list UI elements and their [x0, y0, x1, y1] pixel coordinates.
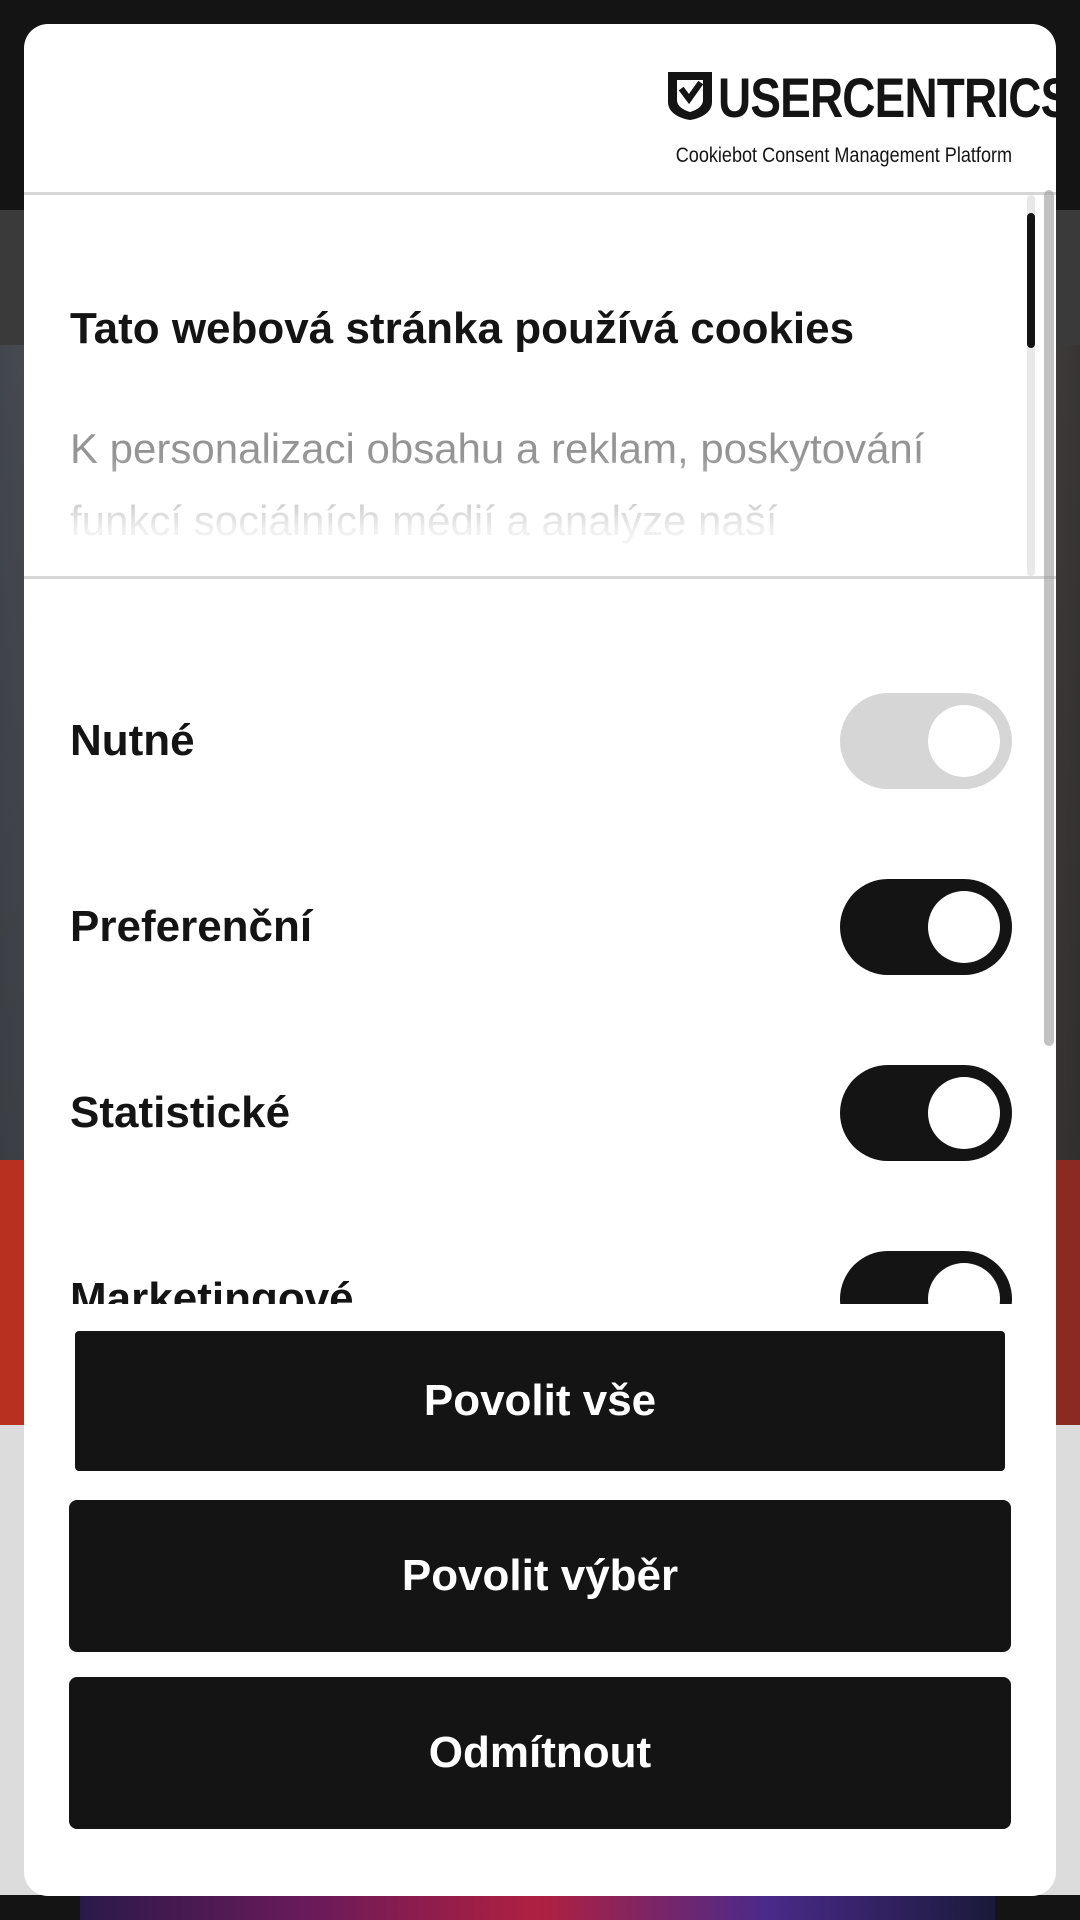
category-row-statistics: Statistické	[24, 1065, 1056, 1161]
cookie-consent-dialog: USERCENTRICS Cookiebot Consent Managemen…	[24, 24, 1056, 1896]
toggle-knob	[928, 891, 1000, 963]
allow-selection-button[interactable]: Povolit výběr	[69, 1500, 1011, 1652]
brand-tagline: Cookiebot Consent Management Platform	[675, 144, 1012, 167]
category-row-marketing: Marketingové	[24, 1251, 1056, 1304]
preferences-toggle[interactable]	[840, 879, 1012, 975]
intro-scrollbar-thumb[interactable]	[1027, 213, 1035, 348]
category-row-preferences: Preferenční	[24, 879, 1056, 975]
toggle-knob	[928, 705, 1000, 777]
marketing-toggle[interactable]	[840, 1251, 1012, 1304]
category-label: Marketingové	[70, 1274, 354, 1304]
consent-title: Tato webová stránka používá cookies	[70, 304, 855, 353]
deny-button[interactable]: Odmítnout	[69, 1677, 1011, 1829]
necessary-toggle[interactable]	[840, 693, 1012, 789]
page-scrollbar[interactable]	[1044, 190, 1054, 1046]
category-label: Nutné	[70, 716, 195, 765]
brand-name: USERCENTRICS	[718, 66, 1056, 129]
background-banner-image	[80, 1892, 995, 1920]
allow-all-button[interactable]: Povolit vše	[75, 1331, 1005, 1471]
consent-description: K personalizaci obsahu a reklam, poskyto…	[70, 425, 925, 576]
toggle-knob	[928, 1263, 1000, 1304]
category-row-necessary: Nutné	[24, 693, 1056, 789]
usercentrics-logo[interactable]: USERCENTRICS Cookiebot Consent Managemen…	[668, 68, 1056, 168]
statistics-toggle[interactable]	[840, 1065, 1012, 1161]
dialog-header: USERCENTRICS Cookiebot Consent Managemen…	[24, 24, 1056, 195]
toggle-knob	[928, 1077, 1000, 1149]
category-label: Preferenční	[70, 902, 313, 951]
consent-categories: Nutné Preferenční Statistické Marketingo…	[24, 579, 1056, 1304]
usercentrics-shield-check-icon	[668, 72, 712, 120]
category-label: Statistické	[70, 1088, 291, 1137]
consent-intro[interactable]: Tato webová stránka používá cookies K pe…	[24, 195, 1056, 579]
